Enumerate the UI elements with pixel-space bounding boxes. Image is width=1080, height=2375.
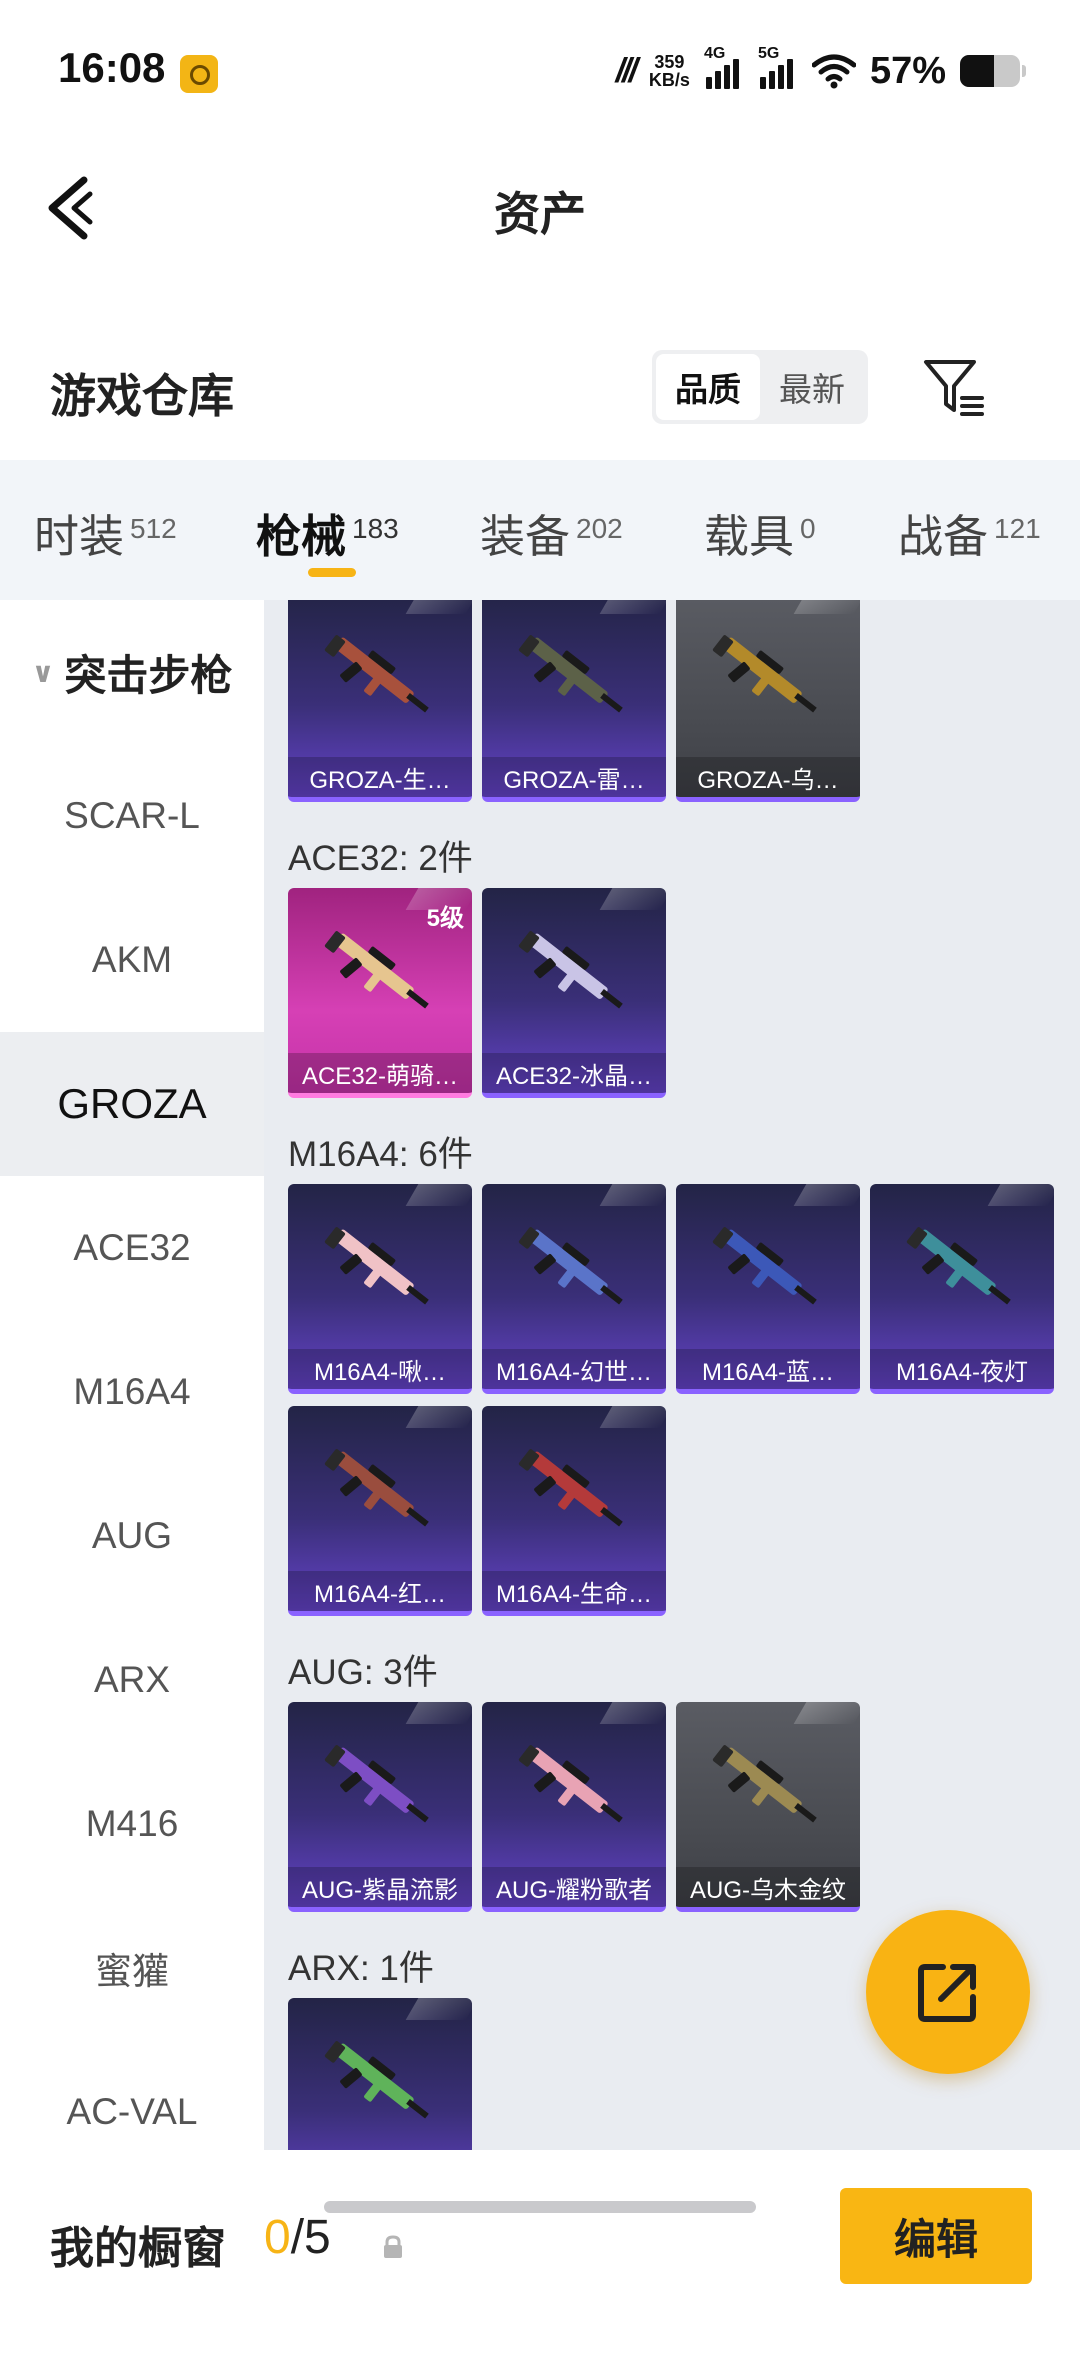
sidebar-item-scar-l[interactable]: SCAR-L: [0, 744, 264, 888]
rifle-icon: [518, 1449, 623, 1527]
weapon-name: GROZA-生…: [288, 757, 472, 797]
weapon-card[interactable]: AUG-乌木金纹: [676, 1702, 860, 1912]
home-indicator[interactable]: [324, 2201, 756, 2213]
weapon-card[interactable]: M16A4-生命…: [482, 1406, 666, 1616]
weapon-card[interactable]: 5级 ACE32-萌骑…: [288, 888, 472, 1098]
status-indicators: /// 359 KB/s 4G 5G 57%: [615, 45, 1026, 96]
weapon-type-sidebar: ∨ 突击步枪 SCAR-L AKM GROZA ACE32 M16A4 AUG …: [0, 600, 264, 2150]
rifle-icon: [518, 1227, 623, 1305]
weapon-name: AUG-紫晶流影: [288, 1867, 472, 1907]
weapon-card[interactable]: GROZA-乌…: [676, 600, 860, 802]
tab-equipment[interactable]: 装备 202: [480, 500, 623, 565]
weapon-card[interactable]: AUG-耀粉歌者: [482, 1702, 666, 1912]
rifle-icon: [324, 635, 429, 713]
app-notification-icon: [180, 55, 218, 93]
weapon-card[interactable]: GROZA-雷…: [482, 600, 666, 802]
signal-4g-icon: 4G: [704, 45, 744, 91]
warehouse-title: 游戏仓库: [50, 370, 234, 422]
sidebar-item-m416[interactable]: M416: [0, 1752, 264, 1896]
showcase-count: 0/5: [264, 2211, 331, 2264]
rifle-icon: [324, 1745, 429, 1823]
carrier-logo-icon: ///: [615, 51, 638, 90]
sidebar-item-m16a4[interactable]: M16A4: [0, 1320, 264, 1464]
status-time: 16:08: [58, 44, 166, 91]
share-external-icon: [918, 1964, 976, 2022]
weapon-name: M16A4-生命…: [482, 1571, 666, 1611]
chevron-down-icon: ∨: [31, 656, 55, 688]
weapon-name: M16A4-啾…: [288, 1349, 472, 1389]
weapon-card[interactable]: AUG-紫晶流影: [288, 1702, 472, 1912]
sort-quality-button[interactable]: 品质: [656, 354, 760, 420]
rifle-icon: [324, 2041, 429, 2119]
showcase-label: 我的橱窗: [50, 2224, 226, 2273]
weapon-card[interactable]: M16A4-红…: [288, 1406, 472, 1616]
battery-percent: 57%: [869, 49, 946, 92]
sidebar-item-akm[interactable]: AKM: [0, 888, 264, 1032]
sidebar-item-ace32[interactable]: ACE32: [0, 1176, 264, 1320]
weapon-name: M16A4-蓝…: [676, 1349, 860, 1389]
sidebar-item-groza[interactable]: GROZA: [0, 1032, 264, 1176]
weapon-name: AUG-乌木金纹: [676, 1867, 860, 1907]
weapon-card[interactable]: [288, 1998, 472, 2150]
status-bar: 16:08 /// 359 KB/s 4G 5G 57%: [0, 0, 1080, 140]
sidebar-item-aug[interactable]: AUG: [0, 1464, 264, 1608]
network-speed: 359 KB/s: [648, 52, 690, 90]
rifle-icon: [324, 931, 429, 1009]
weapon-name: M16A4-幻世…: [482, 1349, 666, 1389]
lock-icon: [384, 2235, 402, 2258]
group-title: ARX: 1件: [288, 1949, 434, 1988]
category-tabs: 时装 512 枪械 183 装备 202 载具 0 战备 121: [0, 460, 1080, 600]
page-title: 资产: [494, 188, 586, 240]
weapon-name: AUG-耀粉歌者: [482, 1867, 666, 1907]
weapon-name: GROZA-雷…: [482, 757, 666, 797]
nav-header: 资产: [0, 140, 1080, 270]
tab-supplies[interactable]: 战备 121: [898, 500, 1041, 565]
battery-icon: [960, 55, 1026, 87]
showcase-bar: 我的橱窗 0/5 编辑: [0, 2150, 1080, 2375]
rifle-icon: [712, 1227, 817, 1305]
rifle-icon: [518, 635, 623, 713]
weapon-card[interactable]: M16A4-夜灯: [870, 1184, 1054, 1394]
weapon-name: ACE32-萌骑…: [288, 1053, 472, 1093]
sidebar-item-honey-badger[interactable]: 蜜獾: [0, 1896, 264, 2040]
weapon-card[interactable]: M16A4-幻世…: [482, 1184, 666, 1394]
rifle-icon: [906, 1227, 1011, 1305]
rifle-icon: [712, 635, 817, 713]
weapon-card[interactable]: GROZA-生…: [288, 600, 472, 802]
wifi-icon: [811, 54, 856, 89]
weapon-card[interactable]: M16A4-蓝…: [676, 1184, 860, 1394]
weapon-card[interactable]: ACE32-冰晶…: [482, 888, 666, 1098]
rifle-icon: [518, 1745, 623, 1823]
edit-button[interactable]: 编辑: [840, 2188, 1032, 2284]
weapon-card[interactable]: M16A4-啾…: [288, 1184, 472, 1394]
share-button[interactable]: [866, 1910, 1030, 2074]
signal-5g-icon: 5G: [758, 45, 798, 91]
weapon-name: ACE32-冰晶…: [482, 1053, 666, 1093]
sort-newest-button[interactable]: 最新: [760, 354, 864, 420]
tab-weapons[interactable]: 枪械 183: [256, 500, 399, 565]
sidebar-item-ac-val[interactable]: AC-VAL: [0, 2040, 264, 2150]
group-title: AUG: 3件: [288, 1653, 438, 1692]
rifle-icon: [712, 1745, 817, 1823]
rifle-icon: [518, 931, 623, 1009]
weapon-name: M16A4-夜灯: [870, 1349, 1054, 1389]
weapon-name: GROZA-乌…: [676, 757, 860, 797]
level-badge: 5级: [426, 905, 464, 932]
tab-vehicles[interactable]: 载具 0: [704, 500, 816, 565]
group-title: ACE32: 2件: [288, 839, 473, 878]
tab-indicator: [308, 568, 356, 577]
rifle-icon: [324, 1227, 429, 1305]
sidebar-category-assault-rifle[interactable]: ∨ 突击步枪: [0, 600, 264, 744]
rifle-icon: [324, 1449, 429, 1527]
filter-icon[interactable]: [920, 352, 990, 422]
tab-outfit[interactable]: 时装 512: [34, 500, 177, 565]
weapon-name: M16A4-红…: [288, 1571, 472, 1611]
warehouse-header: 游戏仓库 品质 最新: [0, 330, 1080, 460]
sort-toggle: 品质 最新: [652, 350, 868, 424]
group-title: M16A4: 6件: [288, 1135, 473, 1174]
sidebar-item-arx[interactable]: ARX: [0, 1608, 264, 1752]
